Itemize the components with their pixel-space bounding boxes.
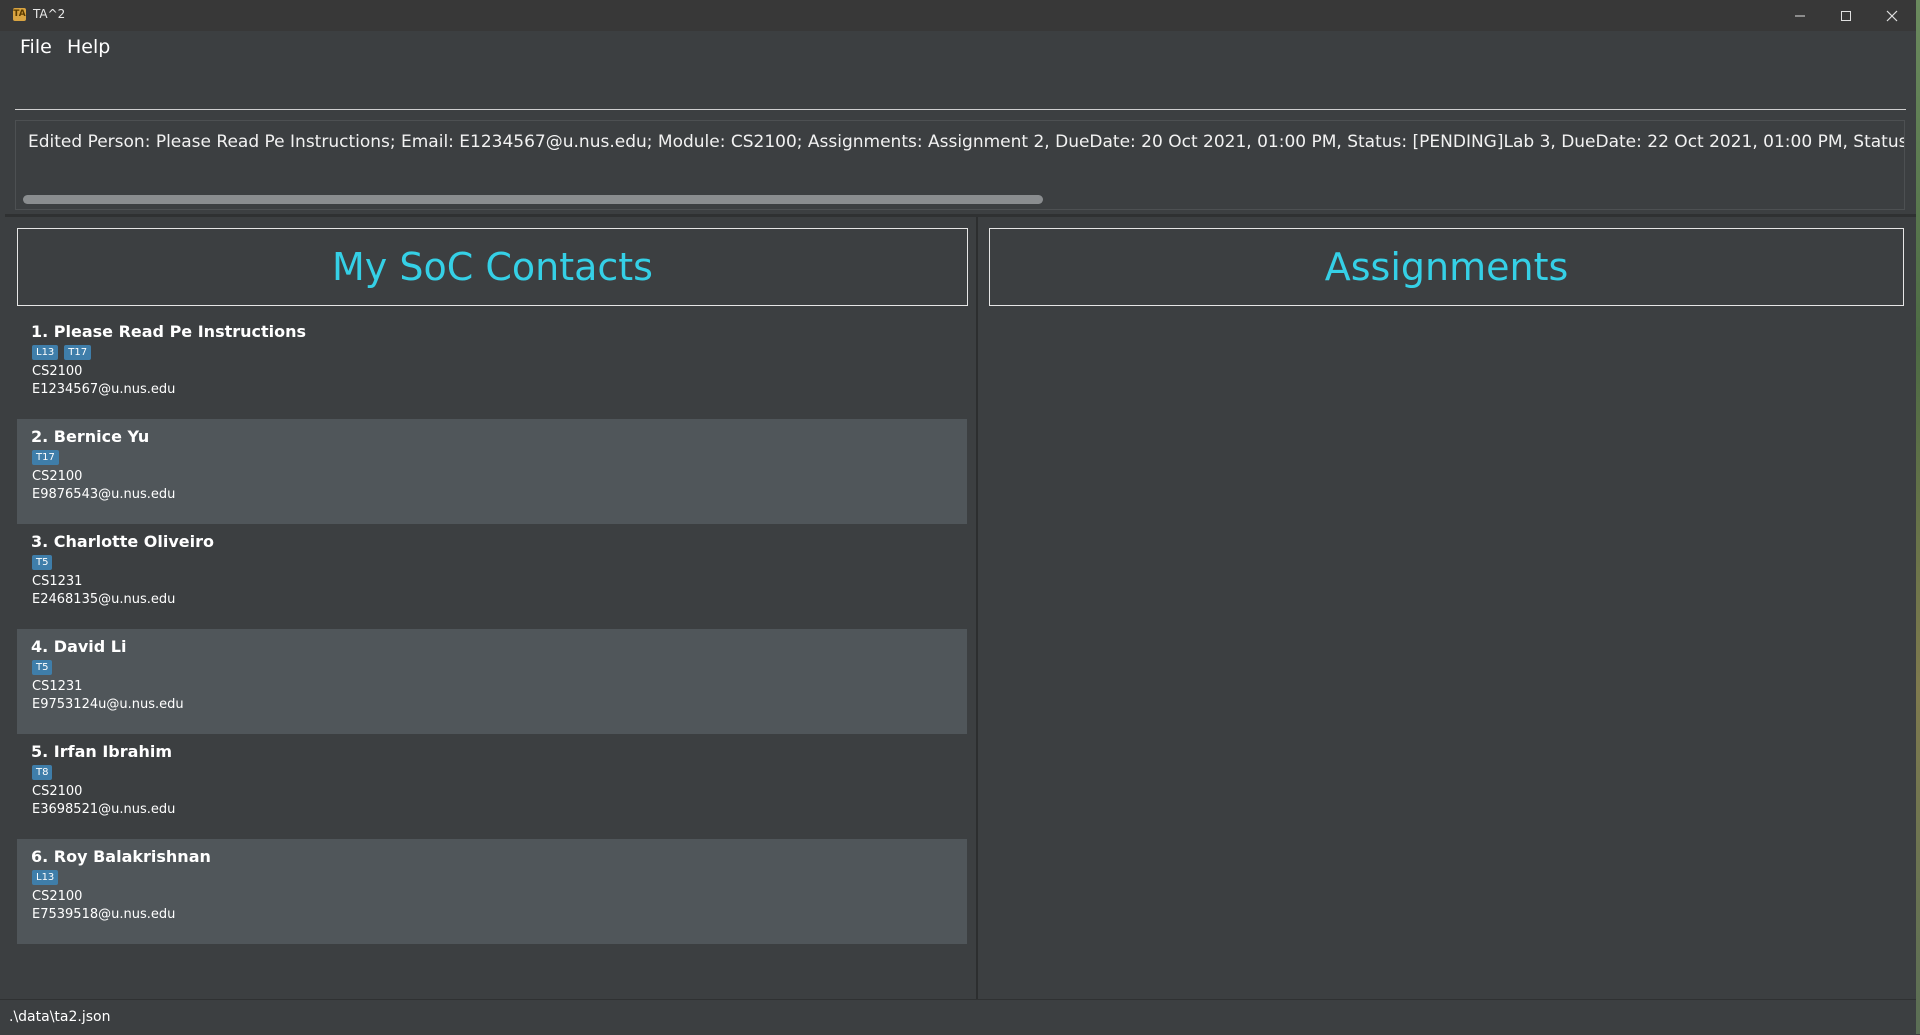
contact-email: E9753124u@u.nus.edu <box>32 697 184 712</box>
contact-email: E9876543@u.nus.edu <box>32 487 176 502</box>
tag-badge: L13 <box>32 345 59 360</box>
desktop-wallpaper-edge <box>1916 0 1920 1034</box>
contact-module: CS2100 <box>32 784 83 799</box>
contact-card[interactable]: 1. Please Read Pe Instructions L13 T17 C… <box>17 314 967 419</box>
tag-badge: L13 <box>32 870 59 885</box>
status-bar: .\data\ta2.json <box>0 999 1916 1035</box>
tag-list: T5 <box>32 555 53 570</box>
horizontal-scrollbar[interactable] <box>23 195 1043 204</box>
contact-name: 1. Please Read Pe Instructions <box>31 322 307 341</box>
assignments-header: Assignments <box>989 228 1904 306</box>
assignments-panel: Assignments <box>978 217 1916 999</box>
contact-card[interactable]: 6. Roy Balakrishnan L13 CS2100 E7539518@… <box>17 839 967 944</box>
contacts-header: My SoC Contacts <box>17 228 968 306</box>
tag-list: T8 <box>32 765 53 780</box>
tag-badge: T5 <box>32 555 53 570</box>
menu-bar: File Help <box>5 31 1916 65</box>
tag-list: L13 T17 <box>32 345 92 360</box>
contact-email: E3698521@u.nus.edu <box>32 802 176 817</box>
contact-card[interactable]: 2. Bernice Yu T17 CS2100 E9876543@u.nus.… <box>17 419 967 524</box>
contact-module: CS2100 <box>32 364 83 379</box>
result-display: Edited Person: Please Read Pe Instructio… <box>15 120 1905 210</box>
tag-list: T5 <box>32 660 53 675</box>
tag-badge: T8 <box>32 765 53 780</box>
contact-card[interactable]: 4. David Li T5 CS1231 E9753124u@u.nus.ed… <box>17 629 967 734</box>
maximize-icon[interactable] <box>1823 0 1869 31</box>
tag-badge: T5 <box>32 660 53 675</box>
contact-name: 2. Bernice Yu <box>31 427 150 446</box>
contact-email: E7539518@u.nus.edu <box>32 907 176 922</box>
contact-name: 6. Roy Balakrishnan <box>31 847 211 866</box>
app-window: TA TA^2 File Help Edited Person: Please … <box>0 0 1916 1035</box>
minimize-icon[interactable] <box>1777 0 1823 31</box>
contact-email: E2468135@u.nus.edu <box>32 592 176 607</box>
tag-badge: T17 <box>32 450 59 465</box>
contact-name: 3. Charlotte Oliveiro <box>31 532 215 551</box>
contact-module: CS2100 <box>32 889 83 904</box>
contact-card[interactable]: 3. Charlotte Oliveiro T5 CS1231 E2468135… <box>17 524 967 629</box>
tag-list: L13 <box>32 870 59 885</box>
contact-email: E1234567@u.nus.edu <box>32 382 176 397</box>
tag-list: T17 <box>32 450 59 465</box>
title-bar: TA TA^2 <box>0 0 1916 31</box>
contact-name: 5. Irfan Ibrahim <box>31 742 172 761</box>
close-icon[interactable] <box>1869 0 1915 31</box>
command-box <box>15 65 1906 110</box>
contact-name: 4. David Li <box>31 637 127 656</box>
menu-file[interactable]: File <box>20 36 52 58</box>
contacts-panel: My SoC Contacts 1. Please Read Pe Instru… <box>5 217 976 999</box>
menu-help[interactable]: Help <box>67 36 110 58</box>
tag-badge: T17 <box>64 345 92 360</box>
contact-card[interactable]: 5. Irfan Ibrahim T8 CS2100 E3698521@u.nu… <box>17 734 967 839</box>
contact-module: CS1231 <box>32 679 83 694</box>
command-input[interactable] <box>15 65 1906 109</box>
app-icon: TA <box>13 8 26 21</box>
contact-module: CS1231 <box>32 574 83 589</box>
data-file-path: .\data\ta2.json <box>9 1009 111 1025</box>
result-text: Edited Person: Please Read Pe Instructio… <box>28 132 1905 152</box>
contact-module: CS2100 <box>32 469 83 484</box>
window-title: TA^2 <box>33 7 66 21</box>
